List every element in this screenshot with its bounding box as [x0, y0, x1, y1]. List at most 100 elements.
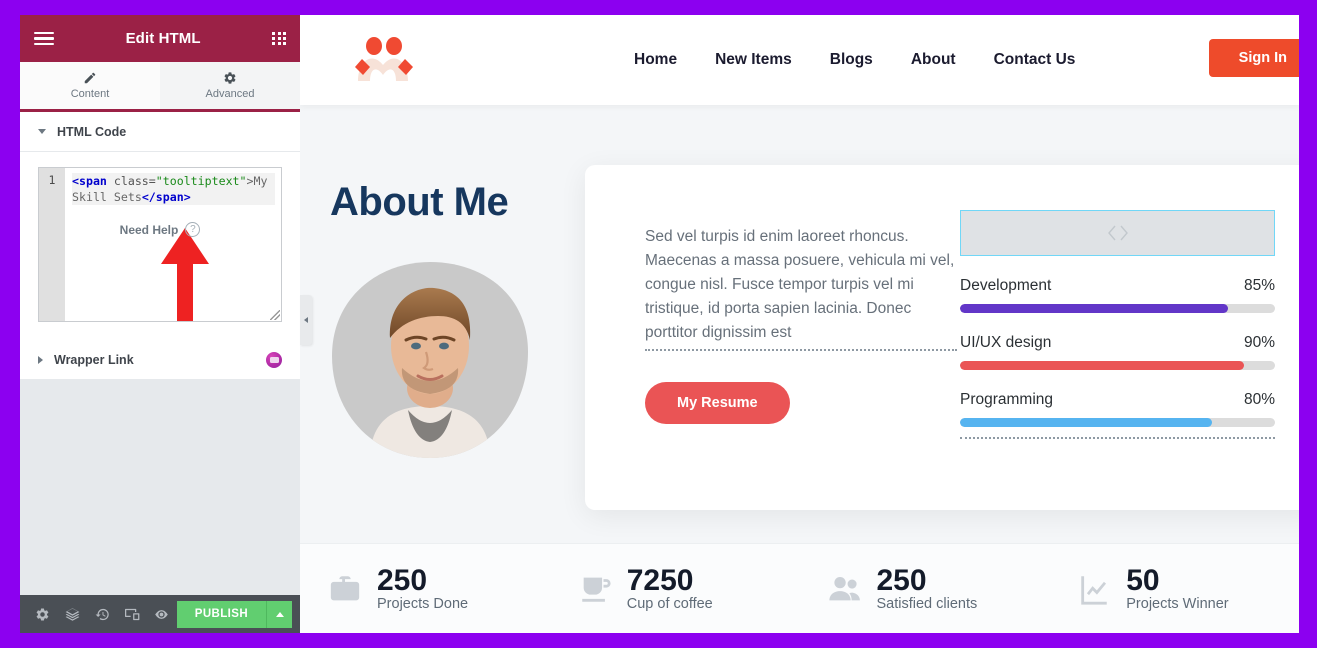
- brand-logo-icon[interactable]: [352, 37, 414, 83]
- skill-item: Programming 80%: [960, 391, 1275, 427]
- chevron-left-icon: [304, 317, 308, 323]
- code-token-tag-open: <span: [72, 174, 107, 188]
- page-title: About Me: [330, 180, 509, 224]
- stat-label: Projects Done: [377, 596, 469, 613]
- about-paragraph: Sed vel turpis id enim laoreet rhoncus. …: [645, 225, 957, 351]
- nav-item-about[interactable]: About: [911, 51, 956, 69]
- skill-row: UI/UX design 90%: [960, 334, 1275, 352]
- tab-content[interactable]: Content: [20, 62, 160, 109]
- chevron-right-icon: [38, 355, 43, 364]
- elementor-panel: Edit HTML Content Advanced HTML Code 1 <…: [20, 15, 300, 633]
- site-preview: Home New Items Blogs About Contact Us Si…: [300, 15, 1299, 633]
- resize-grip[interactable]: [270, 310, 280, 320]
- preview-eye-icon[interactable]: [147, 595, 177, 633]
- skill-row: Development 85%: [960, 277, 1275, 295]
- coffee-cup-icon: [582, 577, 611, 602]
- skills-block: Development 85% UI/UX design 90% Program…: [960, 210, 1275, 439]
- purple-border-frame: Edit HTML Content Advanced HTML Code 1 <…: [0, 0, 1317, 648]
- skill-label: Programming: [960, 391, 1054, 408]
- skill-fill: [960, 304, 1228, 313]
- chart-growth-icon: [1081, 575, 1107, 605]
- gear-icon: [224, 72, 236, 84]
- publish-group: PUBLISH: [176, 600, 293, 628]
- stat-item: 50 Projects Winner: [1049, 563, 1299, 613]
- code-gutter: 1: [39, 168, 65, 321]
- skill-fill: [960, 418, 1212, 427]
- settings-gear-icon[interactable]: [28, 595, 58, 633]
- section-html-code[interactable]: HTML Code: [20, 112, 300, 152]
- screenshot-inner: Edit HTML Content Advanced HTML Code 1 <…: [20, 15, 1299, 633]
- panel-tabs: Content Advanced: [20, 62, 300, 112]
- navigator-layers-icon[interactable]: [58, 595, 88, 633]
- stat-item: 250 Satisfied clients: [800, 563, 1050, 613]
- stat-number: 250: [876, 563, 927, 597]
- responsive-mode-icon[interactable]: [117, 595, 147, 633]
- stat-number: 50: [1126, 563, 1160, 597]
- question-mark-icon: ?: [185, 222, 201, 237]
- stat-label: Satisfied clients: [876, 596, 978, 613]
- grid-apps-icon[interactable]: [272, 31, 286, 46]
- skill-item: Development 85%: [960, 277, 1275, 313]
- chevron-down-icon: [38, 129, 46, 134]
- panel-body: HTML Code 1 <span class="tooltiptext">My…: [20, 112, 300, 595]
- code-editor[interactable]: 1 <span class="tooltiptext">My Skill Set…: [38, 167, 282, 322]
- nav-links: Home New Items Blogs About Contact Us: [634, 51, 1075, 69]
- hamburger-icon[interactable]: [34, 28, 54, 49]
- person-portrait-photo: [332, 262, 528, 458]
- code-textarea[interactable]: <span class="tooltiptext">My Skill Sets<…: [65, 168, 281, 321]
- section-wrapper-link[interactable]: Wrapper Link: [20, 340, 300, 380]
- html-widget-placeholder[interactable]: [960, 210, 1275, 256]
- my-resume-button[interactable]: My Resume: [645, 382, 790, 424]
- skill-label: UI/UX design: [960, 334, 1052, 351]
- section-html-code-label: HTML Code: [57, 124, 127, 139]
- tab-advanced[interactable]: Advanced: [160, 62, 300, 109]
- history-revisions-icon[interactable]: [88, 595, 118, 633]
- skill-track: [960, 418, 1275, 427]
- pencil-icon: [84, 72, 96, 84]
- about-card: Sed vel turpis id enim laoreet rhoncus. …: [585, 165, 1299, 510]
- stat-label: Cup of coffee: [626, 596, 713, 613]
- skill-label: Development: [960, 277, 1052, 294]
- stat-item: 7250 Cup of coffee: [550, 563, 800, 613]
- publish-button[interactable]: PUBLISH: [176, 600, 267, 628]
- skill-item: UI/UX design 90%: [960, 334, 1275, 370]
- publish-options-button[interactable]: [266, 600, 293, 628]
- sign-in-button[interactable]: Sign In: [1208, 39, 1299, 77]
- need-help-label: Need Help: [119, 222, 179, 237]
- skill-value: 85%: [1243, 277, 1275, 294]
- about-section: About Me Sed vel turpis id enim laoreet …: [300, 105, 1299, 543]
- stats-bar: 250 Projects Done 7250 Cup of coffee 250…: [300, 543, 1299, 633]
- code-line-number: 1: [48, 173, 56, 187]
- code-brackets-icon: [1107, 225, 1128, 241]
- panel-collapse-handle[interactable]: [300, 295, 312, 345]
- panel-footer: PUBLISH: [20, 595, 300, 633]
- panel-title: Edit HTML: [125, 30, 201, 47]
- stat-number: 7250: [626, 563, 694, 597]
- skill-row: Programming 80%: [960, 391, 1275, 409]
- section-wrapper-link-label: Wrapper Link: [54, 352, 134, 367]
- skill-value: 90%: [1243, 334, 1275, 351]
- skill-value: 80%: [1243, 391, 1275, 408]
- briefcase-icon: [330, 575, 360, 600]
- nav-item-contact-us[interactable]: Contact Us: [994, 51, 1076, 69]
- need-help[interactable]: Need Help ?: [20, 222, 300, 237]
- caret-up-icon: [275, 611, 284, 617]
- skills-underline: [960, 437, 1275, 439]
- stat-number: 250: [377, 563, 428, 597]
- skill-fill: [960, 361, 1244, 370]
- skill-track: [960, 304, 1275, 313]
- stat-item: 250 Projects Done: [300, 563, 550, 613]
- tab-advanced-label: Advanced: [205, 88, 255, 100]
- dynamic-tags-icon[interactable]: [266, 351, 282, 368]
- panel-header: Edit HTML: [20, 15, 300, 62]
- nav-item-new-items[interactable]: New Items: [715, 51, 792, 69]
- tab-content-label: Content: [70, 88, 110, 100]
- nav-item-home[interactable]: Home: [634, 51, 677, 69]
- code-token-attr: class=: [106, 174, 156, 188]
- skill-track: [960, 361, 1275, 370]
- site-navbar: Home New Items Blogs About Contact Us Si…: [300, 15, 1299, 105]
- nav-item-blogs[interactable]: Blogs: [830, 51, 873, 69]
- html-code-control: 1 <span class="tooltiptext">My Skill Set…: [20, 152, 300, 340]
- people-icon: [828, 576, 860, 600]
- stat-label: Projects Winner: [1126, 596, 1229, 613]
